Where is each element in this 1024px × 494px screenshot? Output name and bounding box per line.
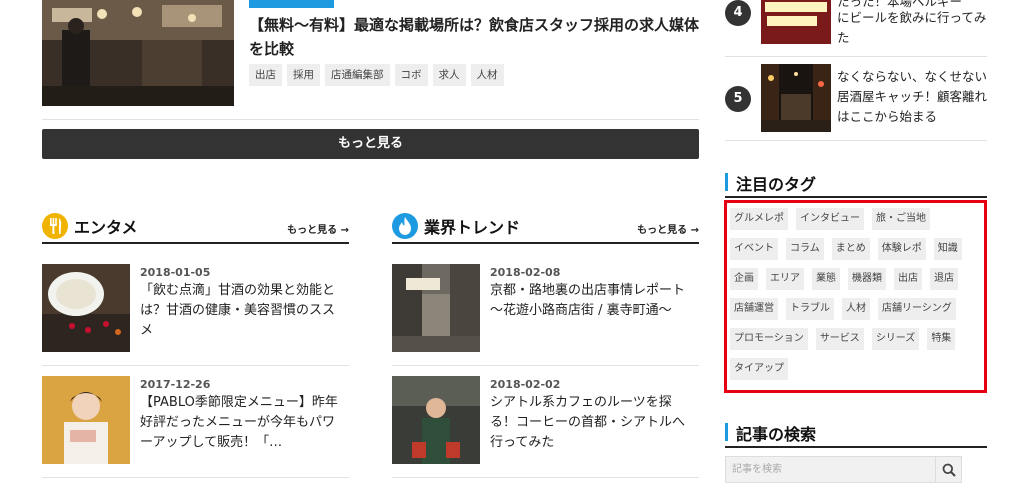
- tags-widget-title: 注目のタグ: [736, 175, 817, 194]
- tag-chip[interactable]: 旅・ご当地: [872, 208, 930, 230]
- divider: [725, 140, 987, 141]
- top-article-tags: 出店 採用 店通編集部 コボ 求人 人材: [249, 64, 504, 86]
- tag-cloud: グルメレポ インタビュー 旅・ご当地イベント コラム まとめ 体験レポ 知識企画 エリア 業態機…: [730, 208, 981, 380]
- search-form: [725, 456, 962, 483]
- ranking-title[interactable]: た: [837, 28, 987, 48]
- tag-chip[interactable]: グルメレポ: [730, 208, 788, 230]
- divider: [42, 119, 699, 120]
- tag-chip[interactable]: 店舗運営: [730, 298, 778, 320]
- divider: [725, 56, 987, 57]
- article-date: 2018-01-05: [140, 266, 211, 279]
- article-thumbnail[interactable]: [392, 264, 480, 352]
- heading-accent-bar: [725, 173, 728, 191]
- section-header: エンタメ もっと見る →: [42, 210, 349, 244]
- search-widget-title: 記事の検索: [736, 425, 817, 444]
- section-header: 業界トレンド もっと見る →: [392, 210, 699, 244]
- section-more-link[interactable]: もっと見る →: [637, 221, 699, 236]
- fork-knife-icon: [42, 213, 68, 239]
- tag-chip[interactable]: プロモーション: [730, 328, 808, 350]
- tag-chip[interactable]: 知識: [933, 238, 962, 260]
- tag-chip[interactable]: まとめ: [831, 238, 870, 260]
- tag-chip[interactable]: 求人: [432, 64, 466, 86]
- section-title: 業界トレンド: [424, 218, 521, 237]
- section-title: エンタメ: [74, 218, 138, 237]
- tag-chip[interactable]: タイアップ: [730, 358, 788, 380]
- article-date: 2018-02-02: [490, 378, 561, 391]
- tag-chip[interactable]: 体験レポ: [877, 238, 926, 260]
- tag-chip[interactable]: 企画: [730, 268, 758, 290]
- tag-chip[interactable]: 機器類: [848, 268, 886, 290]
- article-thumbnail[interactable]: [42, 376, 130, 464]
- divider: [392, 477, 699, 478]
- section-entame: エンタメ もっと見る → 2018-01-05 「飲む点滴」甘酒の効果と効能とは…: [42, 210, 349, 478]
- tag-chip[interactable]: 出店: [249, 64, 282, 86]
- tags-widget-header: 注目のタグ: [725, 170, 987, 198]
- ranking-thumbnail[interactable]: [761, 64, 831, 132]
- ranking-thumbnail[interactable]: [761, 0, 831, 44]
- ranking-item[interactable]: 5 なくならない、なくせない居酒屋キャッチ！顧客離れはここから始まる: [725, 64, 987, 132]
- tag-chip[interactable]: 出店: [894, 268, 922, 290]
- article-title[interactable]: 京都・路地裏の出店事情レポート 〜花遊小路商店街 / 裏寺町通〜: [490, 281, 695, 321]
- article-thumbnail[interactable]: [392, 376, 480, 464]
- tag-chip[interactable]: 店通編集部: [325, 64, 390, 86]
- more-button[interactable]: もっと見る: [42, 129, 699, 159]
- search-widget-header: 記事の検索: [725, 420, 987, 448]
- article-thumbnail[interactable]: [42, 264, 130, 352]
- article-date: 2017-12-26: [140, 378, 211, 391]
- section-trends: 業界トレンド もっと見る → 2018-02-08 京都・路地裏の出店事情レポー…: [392, 210, 699, 478]
- rank-number: 4: [725, 0, 751, 26]
- article-date: 2018-02-08: [490, 266, 561, 279]
- tag-chip[interactable]: 採用: [287, 64, 320, 86]
- tag-chip[interactable]: コボ: [394, 64, 428, 86]
- article-title[interactable]: シアトル系カフェのルーツを探る！コーヒーの首都・シアトルへ行ってみた: [490, 393, 695, 453]
- divider: [42, 477, 349, 478]
- tag-chip[interactable]: 退店: [930, 268, 958, 290]
- search-button[interactable]: [935, 457, 961, 482]
- tag-chip[interactable]: 人材: [842, 298, 870, 320]
- tag-chip[interactable]: シリーズ: [871, 328, 920, 350]
- rank-number: 5: [725, 86, 751, 112]
- article-item[interactable]: 2017-12-26 【PABLO季節限定メニュー】昨年好評だったメニューが今年…: [42, 376, 349, 464]
- article-title[interactable]: 「飲む点滴」甘酒の効果と効能とは？甘酒の健康・美容習慣のススメ: [140, 281, 345, 341]
- flame-icon: [392, 213, 418, 239]
- tag-chip[interactable]: 特集: [927, 328, 956, 350]
- search-input[interactable]: [726, 457, 931, 482]
- ranking-item[interactable]: 4 たった！本場ベルギー にビールを飲みに行ってみ た: [725, 0, 987, 56]
- section-more-link[interactable]: もっと見る →: [287, 221, 349, 236]
- category-badge: [249, 0, 334, 8]
- tag-chip[interactable]: 業態: [812, 268, 840, 290]
- article-item[interactable]: 2018-02-08 京都・路地裏の出店事情レポート 〜花遊小路商店街 / 裏寺…: [392, 264, 699, 352]
- search-icon: [942, 463, 956, 477]
- tag-chip[interactable]: トラブル: [786, 298, 834, 320]
- article-item[interactable]: 2018-01-05 「飲む点滴」甘酒の効果と効能とは？甘酒の健康・美容習慣のス…: [42, 264, 349, 352]
- article-item[interactable]: 2018-02-02 シアトル系カフェのルーツを探る！コーヒーの首都・シアトルへ…: [392, 376, 699, 464]
- tag-chip[interactable]: サービス: [815, 328, 864, 350]
- tag-chip[interactable]: イベント: [730, 238, 778, 260]
- divider: [42, 365, 349, 366]
- top-article-title[interactable]: 【無料〜有料】最適な掲載場所は？飲食店スタッフ採用の求人媒体を比較: [249, 13, 709, 61]
- highlighted-tag-cloud: グルメレポ インタビュー 旅・ご当地イベント コラム まとめ 体験レポ 知識企画 エリア 業態機…: [724, 200, 987, 393]
- tag-chip[interactable]: コラム: [786, 238, 824, 260]
- ranking-title[interactable]: にビールを飲みに行ってみ: [837, 8, 987, 28]
- article-title[interactable]: 【PABLO季節限定メニュー】昨年好評だったメニューが今年もパワーアップして販売…: [140, 393, 345, 453]
- ranking-title[interactable]: なくならない、なくせない居酒屋キャッチ！顧客離れはここから始まる: [837, 67, 987, 127]
- tag-chip[interactable]: 人材: [470, 64, 504, 86]
- tag-chip[interactable]: エリア: [766, 268, 804, 290]
- tag-chip[interactable]: インタビュー: [796, 208, 864, 230]
- top-article-thumbnail[interactable]: [42, 0, 234, 106]
- tag-chip[interactable]: 店舗リーシング: [878, 298, 956, 320]
- heading-accent-bar: [725, 423, 728, 441]
- divider: [392, 365, 699, 366]
